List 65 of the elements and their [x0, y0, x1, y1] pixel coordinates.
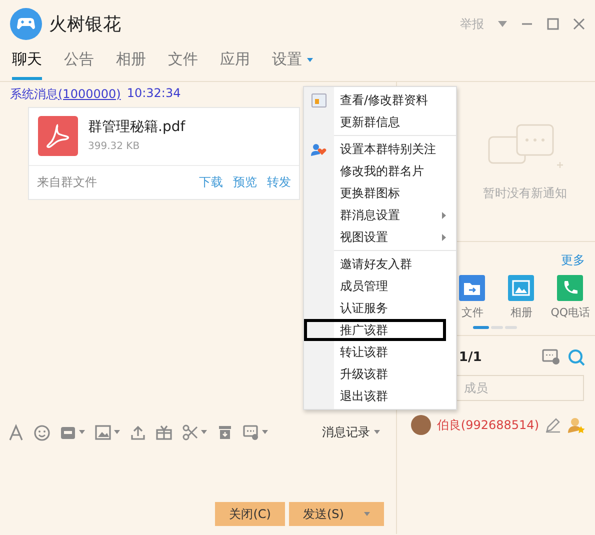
tab[interactable]: 相册: [116, 48, 146, 80]
dropdown-caret-icon[interactable]: [498, 21, 507, 27]
tab[interactable]: 设置: [272, 48, 313, 80]
file-source: 来自群文件: [37, 174, 98, 191]
gamepad-logo-icon: [10, 8, 42, 40]
caret-icon: [79, 430, 85, 434]
menu-item[interactable]: 视图设置: [304, 226, 456, 248]
menu-item[interactable]: 成员管理: [304, 275, 456, 297]
maximize-icon[interactable]: [547, 18, 559, 30]
file-size: 399.32 KB: [88, 141, 141, 152]
scissors-icon[interactable]: [182, 424, 198, 440]
caret-icon: [364, 512, 370, 516]
pdf-file-icon: [38, 116, 78, 156]
submenu-arrow-icon: [442, 234, 446, 240]
sender-name: 系统消息(1000000): [10, 86, 121, 103]
member-card-icon[interactable]: [542, 349, 560, 365]
tab[interactable]: 公告: [64, 48, 94, 80]
folder-icon: [459, 275, 486, 301]
font-icon[interactable]: [8, 424, 24, 440]
menu-item[interactable]: 更新群信息: [304, 111, 456, 133]
submenu-arrow-icon: [442, 212, 446, 218]
caret-icon: [262, 430, 268, 434]
picture-icon: [508, 275, 534, 301]
window-title: 火树银花: [49, 13, 122, 36]
menu-item[interactable]: 设置本群特别关注: [304, 138, 456, 160]
menu-item[interactable]: 修改我的群名片: [304, 160, 456, 182]
message-time: 10:32:34: [126, 86, 181, 102]
pager-dots-drawing: [472, 326, 517, 329]
tab[interactable]: 文件: [168, 48, 198, 80]
upload-icon[interactable]: [130, 424, 146, 440]
close-icon[interactable]: [573, 18, 585, 30]
member-count: 1/1: [458, 350, 483, 365]
menu-item[interactable]: 推广该群: [304, 319, 456, 341]
message-history-button[interactable]: 消息记录: [322, 424, 380, 440]
tab[interactable]: 应用: [220, 48, 250, 80]
archive-icon[interactable]: [217, 424, 233, 440]
people-heart-icon: [311, 142, 327, 156]
menu-item[interactable]: 认证服务: [304, 297, 456, 319]
chat-history-icon[interactable]: [243, 424, 259, 440]
menu-item[interactable]: 群消息设置: [304, 204, 456, 226]
caret-icon: [307, 58, 313, 62]
search-icon[interactable]: [568, 349, 585, 366]
app-button[interactable]: QQ电话: [546, 275, 595, 320]
caret-icon: [374, 430, 380, 434]
phone-icon: [557, 275, 584, 301]
admin-person-icon: [567, 416, 585, 434]
close-button[interactable]: 关闭(C): [215, 502, 285, 526]
avatar: [410, 415, 431, 435]
menu-item[interactable]: 邀请好友入群: [304, 253, 456, 275]
pencil-icon[interactable]: [545, 417, 561, 433]
tab[interactable]: 聊天: [12, 48, 42, 80]
gift-icon[interactable]: [156, 424, 172, 440]
empty-notice-text: 暂时没有新通知: [482, 185, 567, 202]
menu-item[interactable]: 更换群图标: [304, 182, 456, 204]
emoji-icon[interactable]: [34, 424, 50, 440]
caret-icon: [114, 430, 120, 434]
profile-card-icon: [311, 92, 327, 108]
member-name[interactable]: 伯良(992688514): [436, 416, 539, 434]
send-button[interactable]: 发送(S): [288, 502, 384, 526]
caret-icon: [201, 430, 207, 434]
menu-item[interactable]: 查看/修改群资料: [304, 89, 456, 111]
menu-item[interactable]: 转让该群: [304, 341, 456, 363]
file-name: 群管理秘籍.pdf: [88, 118, 186, 136]
app-button[interactable]: 相册: [496, 275, 546, 320]
image-icon[interactable]: [95, 424, 111, 440]
